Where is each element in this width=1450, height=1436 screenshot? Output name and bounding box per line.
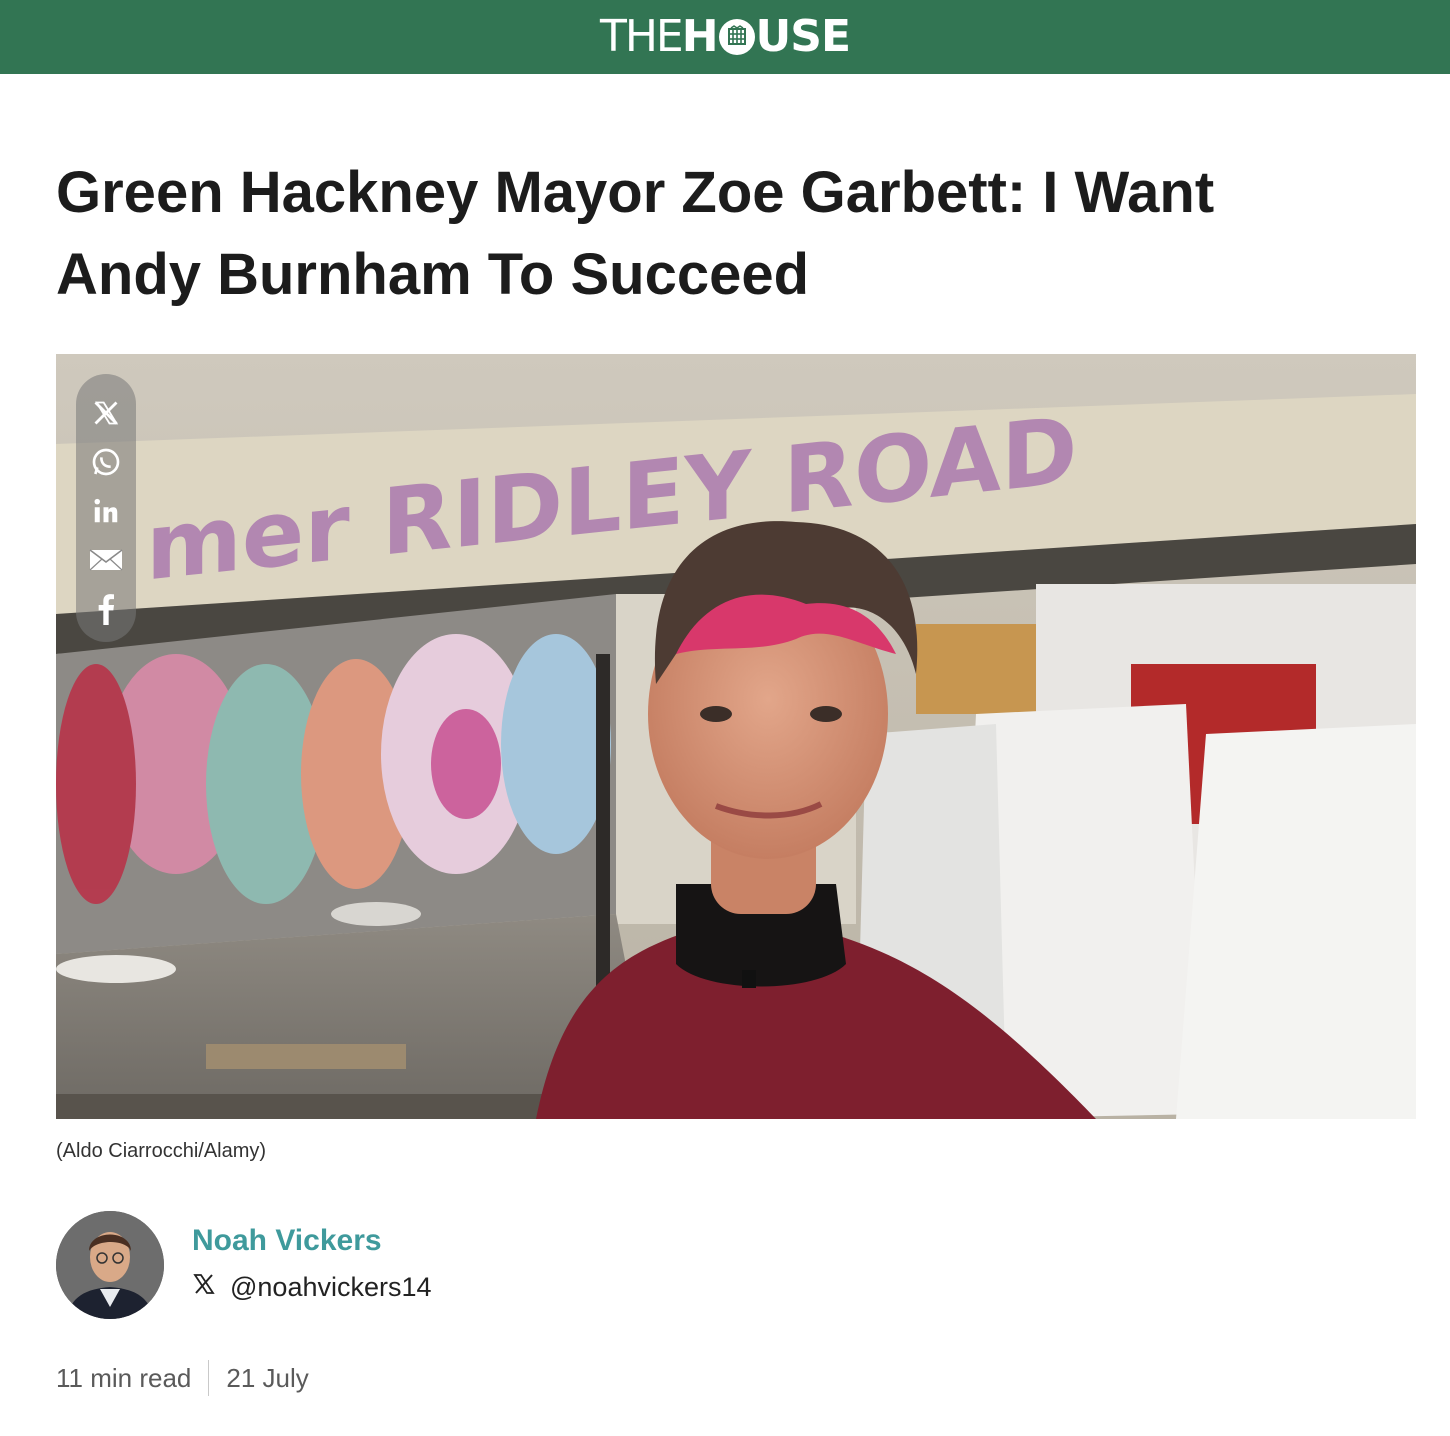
- facebook-icon[interactable]: [86, 590, 126, 628]
- logo-house-rest: USE: [755, 11, 851, 62]
- site-header: THE H USE: [0, 0, 1450, 74]
- publish-date: 21 July: [226, 1362, 309, 1393]
- x-icon[interactable]: [86, 394, 126, 432]
- read-time: 11 min read: [56, 1362, 192, 1393]
- whatsapp-icon[interactable]: [86, 443, 126, 481]
- portcullis-icon: [718, 19, 755, 55]
- hero-image: mer RIDLEY ROAD: [56, 354, 1416, 1119]
- author-avatar[interactable]: [56, 1211, 164, 1319]
- logo-house-h: H: [681, 11, 719, 62]
- author-name-link[interactable]: Noah Vickers: [192, 1224, 382, 1258]
- site-logo[interactable]: THE H USE: [599, 11, 851, 62]
- article-meta: 11 min read 21 July: [56, 1360, 309, 1396]
- image-caption: (Aldo Ciarrocchi/Alamy): [56, 1140, 267, 1162]
- x-icon: [192, 1272, 216, 1303]
- linkedin-icon[interactable]: [86, 492, 126, 530]
- author-handle-text: @noahvickers14: [230, 1272, 432, 1302]
- meta-divider: [208, 1360, 210, 1396]
- logo-house: H USE: [681, 11, 851, 62]
- article-title: Green Hackney Mayor Zoe Garbett: I Want …: [56, 160, 1215, 307]
- logo-the: THE: [599, 11, 684, 62]
- share-bar: [76, 374, 136, 642]
- email-icon[interactable]: [86, 541, 126, 579]
- author-x-handle-link[interactable]: @noahvickers14: [192, 1272, 432, 1303]
